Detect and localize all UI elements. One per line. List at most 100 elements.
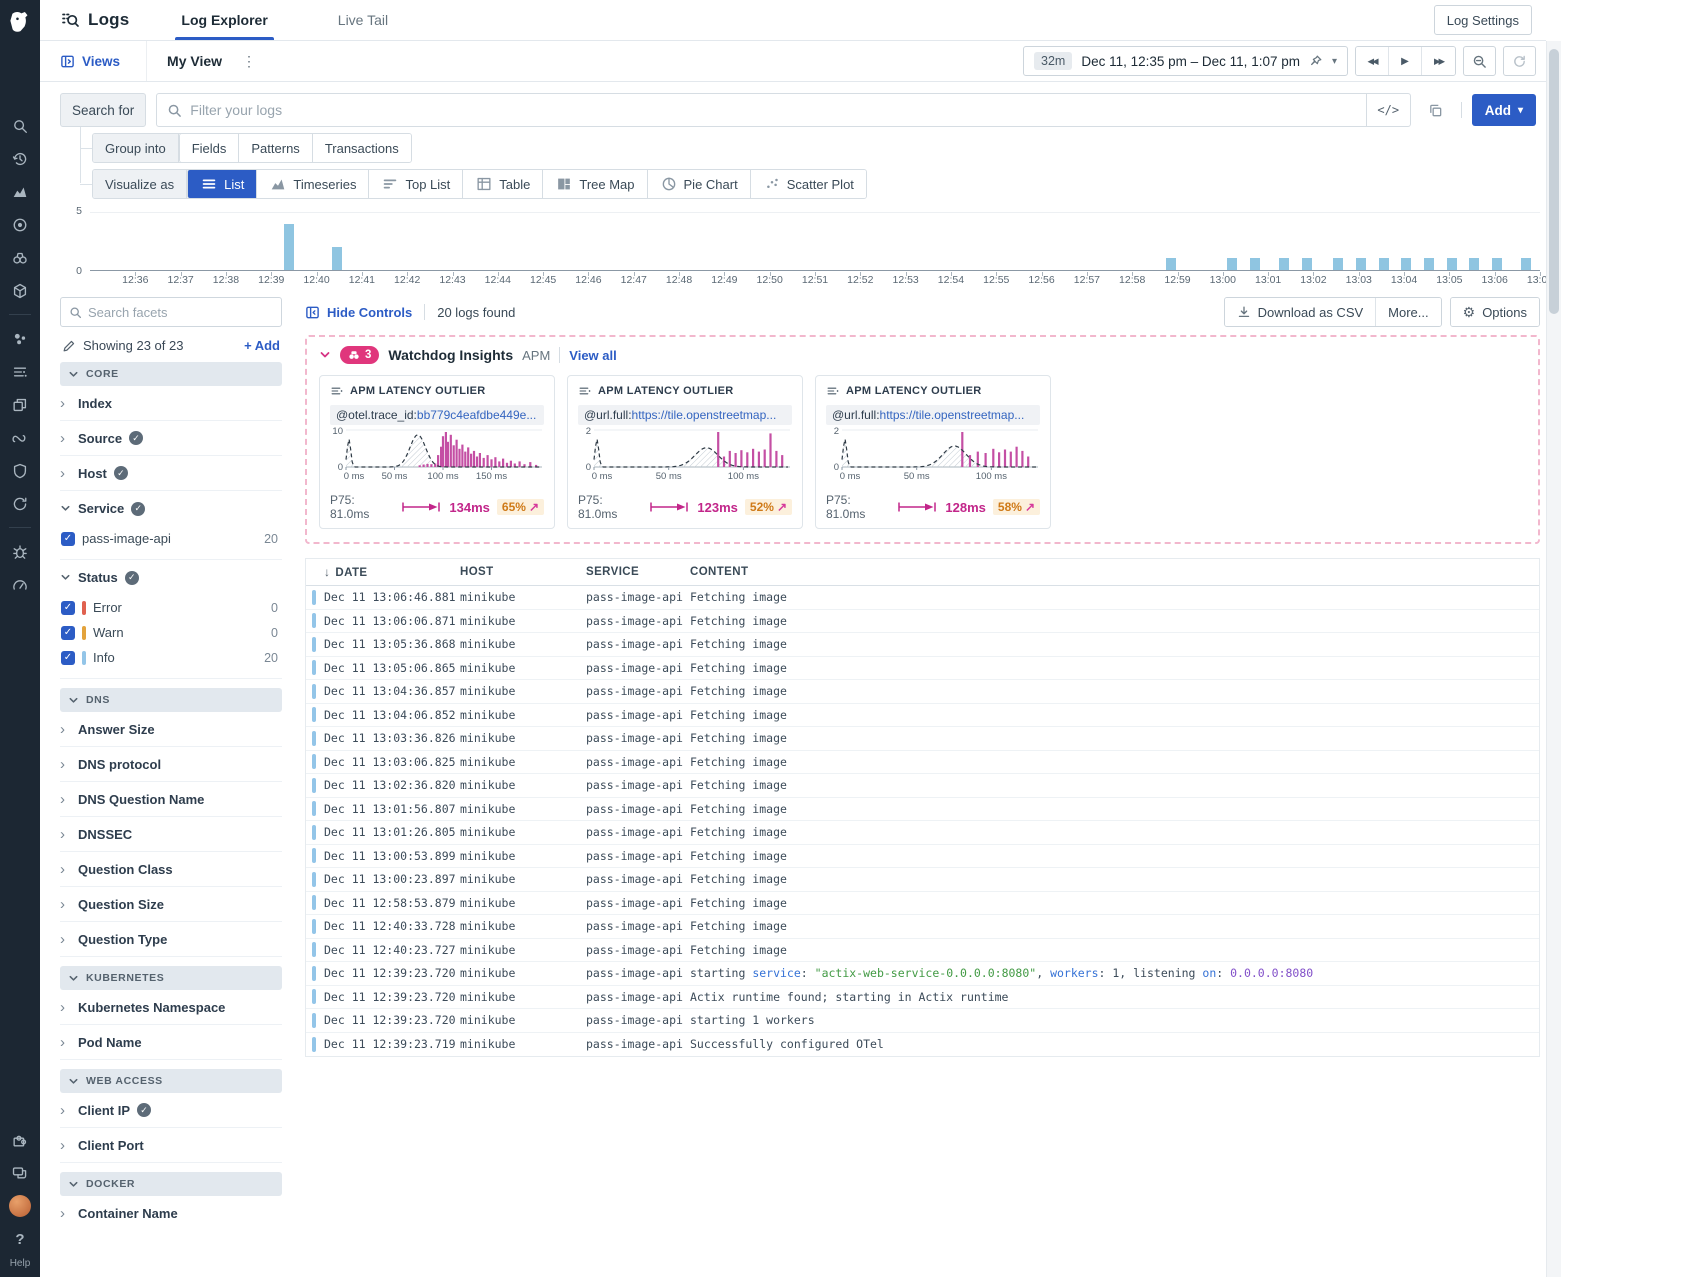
- facet-item-host[interactable]: ›Host✓: [60, 456, 282, 491]
- facet-item-kubernetes-namespace[interactable]: ›Kubernetes Namespace: [60, 990, 282, 1025]
- table-row[interactable]: Dec 11 13:06:46.881minikubepass-image-ap…: [306, 586, 1539, 610]
- log-settings-button[interactable]: Log Settings: [1434, 5, 1532, 35]
- group-into-patterns[interactable]: Patterns: [239, 134, 312, 162]
- facet-item-container-name[interactable]: ›Container Name: [60, 1196, 282, 1231]
- add-button[interactable]: Add▾: [1472, 94, 1536, 126]
- table-row[interactable]: Dec 11 13:05:36.868minikubepass-image-ap…: [306, 633, 1539, 657]
- bug-tracking-icon[interactable]: [0, 535, 40, 568]
- timeline-bar[interactable]: [1469, 258, 1479, 270]
- hide-controls-button[interactable]: Hide Controls: [305, 305, 412, 320]
- timeline-bar[interactable]: [284, 224, 294, 270]
- synthetics-icon[interactable]: [0, 487, 40, 520]
- table-row[interactable]: Dec 11 13:06:06.871minikubepass-image-ap…: [306, 610, 1539, 634]
- table-row[interactable]: Dec 11 13:00:23.897minikubepass-image-ap…: [306, 868, 1539, 892]
- table-row[interactable]: Dec 11 12:39:23.720minikubepass-image-ap…: [306, 962, 1539, 986]
- column-header-date[interactable]: ↓DATE: [324, 565, 460, 579]
- zoom-out-button[interactable]: [1463, 46, 1496, 76]
- timeline-bar[interactable]: [1379, 258, 1389, 270]
- timeline-bar[interactable]: [1401, 258, 1411, 270]
- time-back-button[interactable]: ◀◀: [1356, 47, 1389, 75]
- facet-item-question-size[interactable]: ›Question Size: [60, 887, 282, 922]
- group-into-transactions[interactable]: Transactions: [313, 134, 411, 162]
- timeline-bar[interactable]: [1250, 258, 1260, 270]
- profiling-icon[interactable]: [0, 568, 40, 601]
- integrations-icon[interactable]: [0, 1123, 40, 1156]
- code-view-button[interactable]: </>: [1366, 94, 1410, 126]
- watchdog-view-all-link[interactable]: View all: [569, 348, 616, 363]
- user-avatar[interactable]: [9, 1195, 31, 1217]
- processes-icon[interactable]: [0, 322, 40, 355]
- facet-item-pod-name[interactable]: ›Pod Name: [60, 1025, 282, 1060]
- column-header-content[interactable]: CONTENT: [690, 566, 1539, 578]
- timeline-bar[interactable]: [332, 247, 342, 270]
- facet-section-core[interactable]: CORE: [60, 362, 282, 386]
- edit-facets-icon[interactable]: [62, 339, 76, 353]
- visualize-list[interactable]: List: [188, 170, 257, 198]
- visualize-pie-chart[interactable]: Pie Chart: [648, 170, 751, 198]
- watchdog-card[interactable]: APM LATENCY OUTLIER @otel.trace_id:bb779…: [319, 375, 555, 529]
- table-row[interactable]: Dec 11 13:05:06.865minikubepass-image-ap…: [306, 657, 1539, 681]
- search-icon[interactable]: [0, 109, 40, 142]
- facet-item-dnssec[interactable]: ›DNSSEC: [60, 817, 282, 852]
- view-kebab-icon[interactable]: ⋮: [238, 53, 260, 70]
- facet-item-source[interactable]: ›Source✓: [60, 421, 282, 456]
- tab-log-explorer[interactable]: Log Explorer: [175, 0, 273, 40]
- tab-live-tail[interactable]: Live Tail: [332, 0, 394, 40]
- log-volume-timeline[interactable]: 5 0 12:3612:3712:3812:3912:4012:4112:421…: [40, 205, 1540, 287]
- table-row[interactable]: Dec 11 13:01:26.805minikubepass-image-ap…: [306, 821, 1539, 845]
- monitors-icon[interactable]: [0, 208, 40, 241]
- logs-icon[interactable]: [0, 355, 40, 388]
- column-header-host[interactable]: HOST: [460, 566, 586, 578]
- page-scrollbar[interactable]: [1546, 41, 1561, 1277]
- checkbox-checked[interactable]: ✓: [61, 532, 75, 546]
- table-row[interactable]: Dec 11 12:40:23.727minikubepass-image-ap…: [306, 939, 1539, 963]
- timeline-bar[interactable]: [1492, 258, 1502, 270]
- group-into-fields[interactable]: Fields: [180, 134, 240, 162]
- checkbox-checked[interactable]: ✓: [61, 601, 75, 615]
- table-row[interactable]: Dec 11 12:39:23.720minikubepass-image-ap…: [306, 986, 1539, 1010]
- watchdog-card-query[interactable]: @otel.trace_id:bb779c4eafdbe449e...: [330, 405, 544, 425]
- search-input[interactable]: [190, 94, 1365, 126]
- facet-item-index[interactable]: ›Index: [60, 386, 282, 421]
- security-icon[interactable]: [0, 454, 40, 487]
- timeline-bar[interactable]: [1333, 258, 1343, 270]
- timeline-bar[interactable]: [1424, 258, 1434, 270]
- table-row[interactable]: Dec 11 12:40:33.728minikubepass-image-ap…: [306, 915, 1539, 939]
- visualize-scatter-plot[interactable]: Scatter Plot: [751, 170, 866, 198]
- timeline-bar[interactable]: [1279, 258, 1289, 270]
- copy-icon[interactable]: [1421, 95, 1451, 125]
- visualize-tree-map[interactable]: Tree Map: [543, 170, 647, 198]
- visualize-timeseries[interactable]: Timeseries: [257, 170, 369, 198]
- rum-icon[interactable]: [0, 388, 40, 421]
- views-button[interactable]: Views: [40, 41, 147, 81]
- facet-value-error[interactable]: ✓Error0: [60, 595, 282, 620]
- facet-item-service[interactable]: Service✓: [60, 491, 282, 526]
- facet-item-status[interactable]: Status✓: [60, 560, 282, 595]
- sort-desc-icon[interactable]: ↓: [324, 565, 330, 579]
- timeline-bar[interactable]: [1356, 258, 1366, 270]
- facet-section-kubernetes[interactable]: KUBERNETES: [60, 966, 282, 990]
- table-row[interactable]: Dec 11 13:01:56.807minikubepass-image-ap…: [306, 798, 1539, 822]
- facet-item-answer-size[interactable]: ›Answer Size: [60, 712, 282, 747]
- infrastructure-icon[interactable]: [0, 274, 40, 307]
- support-icon[interactable]: [0, 1156, 40, 1189]
- facet-section-web-access[interactable]: WEB ACCESS: [60, 1069, 282, 1093]
- table-row[interactable]: Dec 11 12:58:53.879minikubepass-image-ap…: [306, 892, 1539, 916]
- facet-item-client-port[interactable]: ›Client Port: [60, 1128, 282, 1163]
- watchdog-card[interactable]: APM LATENCY OUTLIER @url.full:https://ti…: [567, 375, 803, 529]
- refresh-button[interactable]: [1503, 46, 1536, 76]
- table-row[interactable]: Dec 11 13:02:36.820minikubepass-image-ap…: [306, 774, 1539, 798]
- table-row[interactable]: Dec 11 13:03:06.825minikubepass-image-ap…: [306, 751, 1539, 775]
- pin-icon[interactable]: [1309, 54, 1323, 68]
- table-row[interactable]: Dec 11 13:04:36.857minikubepass-image-ap…: [306, 680, 1539, 704]
- watchdog-collapse-icon[interactable]: [319, 349, 331, 361]
- column-header-service[interactable]: SERVICE: [586, 566, 690, 578]
- facet-section-dns[interactable]: DNS: [60, 688, 282, 712]
- checkbox-checked[interactable]: ✓: [61, 626, 75, 640]
- time-play-button[interactable]: ▶: [1389, 47, 1422, 75]
- facet-section-docker[interactable]: DOCKER: [60, 1172, 282, 1196]
- watchdog-icon[interactable]: [0, 241, 40, 274]
- table-row[interactable]: Dec 11 12:39:23.719minikubepass-image-ap…: [306, 1033, 1539, 1057]
- facet-value-pass-image-api[interactable]: ✓pass-image-api20: [60, 526, 282, 551]
- add-facet-button[interactable]: +Add: [244, 338, 280, 353]
